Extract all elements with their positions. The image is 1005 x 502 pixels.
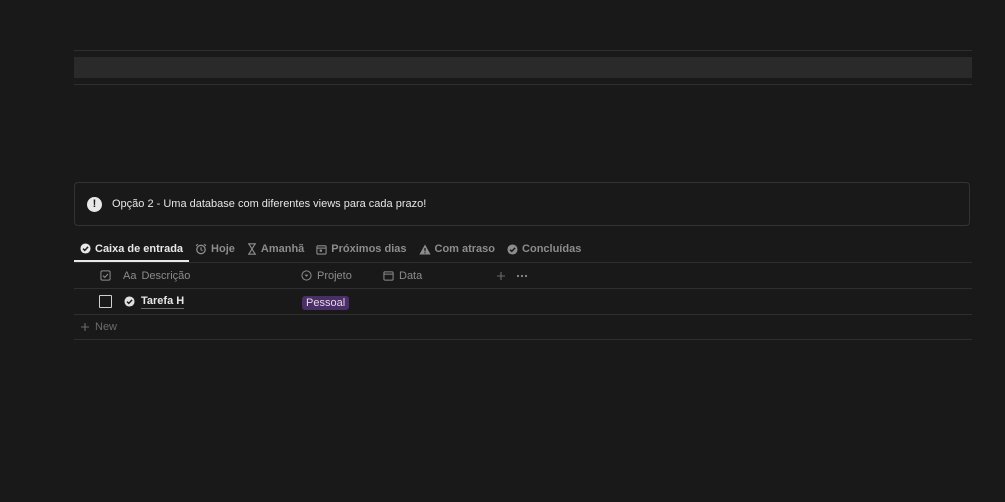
- column-data[interactable]: Data: [383, 270, 496, 282]
- new-row-button[interactable]: New: [80, 320, 117, 334]
- tab-label: Amanhã: [260, 243, 305, 255]
- row-title-text: Tarefa H: [141, 294, 185, 309]
- column-projeto[interactable]: Projeto: [301, 270, 383, 282]
- callout: ! Opção 2 - Uma database com diferentes …: [74, 182, 970, 226]
- column-label: Data: [399, 269, 423, 282]
- table-header: Aa Descrição Projeto Data: [74, 263, 972, 288]
- text-type-icon: Aa: [123, 269, 137, 282]
- check-circle-icon: [80, 243, 91, 254]
- warning-icon: [418, 244, 431, 254]
- tab-label: Com atraso: [434, 243, 496, 255]
- add-property-button[interactable]: [496, 271, 516, 281]
- top-divider: [74, 50, 972, 51]
- more-options-button[interactable]: [516, 274, 528, 278]
- table-row[interactable]: Tarefa H Pessoal: [74, 289, 972, 314]
- tab-label: Caixa de entrada: [95, 242, 184, 255]
- empty-block: [74, 57, 972, 78]
- tab-com-atraso[interactable]: Com atraso: [413, 237, 502, 261]
- divider: [74, 84, 972, 85]
- tab-label: Concluídas: [522, 243, 582, 255]
- plus-icon: [81, 323, 89, 331]
- hourglass-icon: [247, 243, 256, 255]
- row-divider: [74, 314, 972, 315]
- tab-amanha[interactable]: Amanhã: [241, 237, 310, 261]
- tab-label: Próximos dias: [331, 243, 407, 255]
- tab-concluidas[interactable]: Concluídas: [501, 237, 587, 261]
- table-bottom-divider: [74, 339, 972, 340]
- column-descricao[interactable]: Aa Descrição: [123, 270, 301, 282]
- callout-text: Opção 2 - Uma database com diferentes vi…: [112, 198, 427, 210]
- tab-hoje[interactable]: Hoje: [189, 237, 241, 261]
- select-icon: [301, 270, 312, 281]
- check-circle-icon: [124, 296, 135, 307]
- tab-caixa-de-entrada[interactable]: Caixa de entrada: [74, 237, 190, 262]
- row-title[interactable]: Tarefa H: [124, 295, 302, 309]
- row-checkbox[interactable]: [98, 295, 112, 308]
- project-tag[interactable]: Pessoal: [302, 295, 350, 310]
- plus-icon: [497, 271, 505, 280]
- check-circle-icon: [507, 243, 518, 255]
- tab-label: Hoje: [211, 243, 235, 255]
- new-row-label: New: [95, 321, 118, 333]
- calendar-icon: [383, 271, 394, 281]
- exclamation-icon: !: [87, 196, 102, 212]
- more-horizontal-icon: [516, 274, 528, 277]
- view-tabs: Caixa de entrada Hoje Amanhã Próximos di…: [74, 237, 972, 263]
- alarm-clock-icon: [195, 243, 207, 255]
- calendar-icon: [316, 244, 327, 255]
- column-label: Descrição: [141, 269, 191, 282]
- checkbox-column-icon[interactable]: [99, 270, 111, 281]
- column-label: Projeto: [317, 269, 352, 282]
- tab-proximos-dias[interactable]: Próximos dias: [310, 237, 412, 261]
